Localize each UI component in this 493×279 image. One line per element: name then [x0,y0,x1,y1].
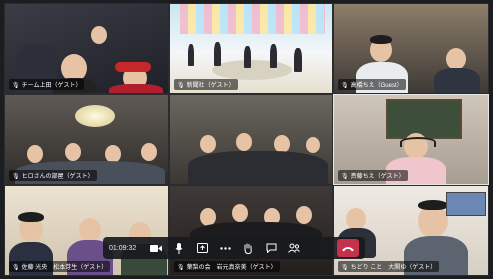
raise-hand-icon[interactable] [241,241,255,255]
microphone-icon: 🎙 [341,83,349,89]
microphone-icon: 🎙 [177,265,185,271]
participant-hair [418,200,448,210]
participant-name: 新聞社（ゲスト） [186,83,235,89]
participant-grid: 🎙 チーム上田（ゲスト） 🎙 新聞社（ゲスト） 🎙 高橋ちえ（Guest） 🎙 … [4,3,489,276]
participant-name-label: 🎙 新聞社（ゲスト） [174,79,238,90]
participant-figure [434,68,480,93]
wall-photo [386,99,462,139]
microphone-icon: 🎙 [341,265,349,271]
participants-icon[interactable] [287,241,301,255]
participant-name: 斉藤ちえ（ゲスト） [350,174,405,180]
participant-figure [109,84,163,93]
participant-face [446,48,466,70]
participant-figure [294,48,302,72]
leave-call-button[interactable] [337,239,359,257]
participant-tile[interactable]: 🎙 葉梨の会 岩元真奈美（ゲスト） [169,185,333,276]
wall-map [446,192,486,216]
microphone-icon: 🎙 [12,265,20,271]
participant-face [346,208,366,230]
participant-name-label: 🎙 ちどり こと 大関ゆ（ゲスト） [338,261,440,272]
participant-name-label: 🎙 葉梨の会 岩元真奈美（ゲスト） [174,261,280,272]
leave-call-icon [342,246,354,251]
participant-name-label: 🎙 チーム上田（ゲスト） [9,79,85,90]
participant-face [65,143,81,161]
participant-tile[interactable]: 🎙 佐藤 光央 松本芽生（ゲスト） [4,185,169,276]
participant-name: 佐藤 光央 松本芽生（ゲスト） [21,265,108,271]
participant-figure [188,44,194,66]
studio-backdrop [180,4,325,34]
microphone-icon: 🎙 [177,83,185,89]
participant-tile[interactable]: 🎙 ちどり こと 大関ゆ（ゲスト） [333,185,489,276]
video-feed [170,95,332,184]
participant-figure [244,46,251,68]
participant-tile[interactable]: 🎙 チーム上田（ゲスト） [4,3,169,94]
participant-name: 高橋ちえ（Guest） [350,83,403,89]
participant-face [296,206,312,224]
participant-face [141,143,157,161]
participant-tile-active-speaker[interactable]: 🎙 斉藤ちえ（ゲスト） [333,94,489,185]
participant-figure [270,44,277,68]
meeting-timer: 01:09:32 [109,244,137,252]
participant-face [236,133,252,151]
headphones-icon [400,137,436,147]
participant-name: 葉梨の会 岩元真奈美（ゲスト） [186,265,277,271]
participant-face [232,204,248,222]
participant-figure [214,42,221,66]
participant-tile[interactable] [169,94,333,185]
participant-name: ヒロさんの部屋（ゲスト） [21,174,94,180]
participant-tile[interactable]: 🎙 ヒロさんの部屋（ゲスト） [4,94,169,185]
participant-tile[interactable]: 🎙 高橋ちえ（Guest） [333,3,489,94]
participant-name-label: 🎙 ヒロさんの部屋（ゲスト） [9,170,97,181]
participant-face [79,218,101,242]
participant-hair [18,212,44,222]
participant-name-label: 🎙 斉藤ちえ（ゲスト） [338,170,408,181]
participant-name: ちどり こと 大関ゆ（ゲスト） [350,265,437,271]
camera-icon[interactable] [149,241,163,255]
more-icon[interactable] [218,241,232,255]
participant-hair [370,35,392,44]
participant-figure [188,151,328,184]
microphone-icon: 🎙 [12,174,20,180]
microphone-icon[interactable] [172,241,186,255]
studio-floor [212,60,292,80]
santa-hat [115,62,151,72]
participant-face [27,145,43,163]
participant-face [306,137,320,153]
raised-hand [91,26,107,44]
ceiling-light [75,105,115,127]
microphone-icon: 🎙 [12,83,20,89]
participant-name: チーム上田（ゲスト） [21,83,82,89]
microphone-icon: 🎙 [341,174,349,180]
chat-icon[interactable] [264,241,278,255]
share-screen-icon[interactable] [195,241,209,255]
participant-face [200,135,216,153]
participant-name-label: 🎙 高橋ちえ（Guest） [338,79,406,90]
video-call-window: 🎙 チーム上田（ゲスト） 🎙 新聞社（ゲスト） 🎙 高橋ちえ（Guest） 🎙 … [0,0,493,279]
meeting-controls-bar: 01:09:32 [103,237,365,259]
participant-name-label: 🎙 佐藤 光央 松本芽生（ゲスト） [9,261,111,272]
participant-tile[interactable]: 🎙 新聞社（ゲスト） [169,3,333,94]
